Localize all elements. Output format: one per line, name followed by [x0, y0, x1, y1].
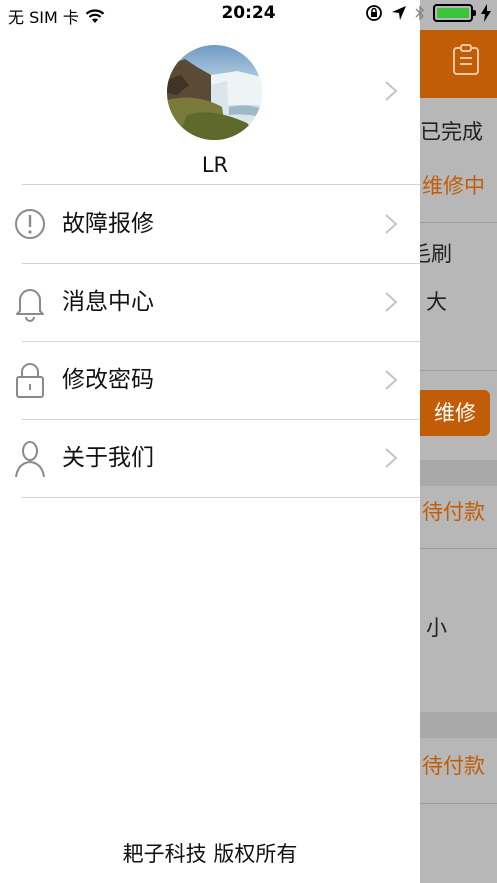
charging-icon — [481, 4, 491, 22]
menu-item-message-center[interactable]: 消息中心 — [0, 263, 420, 341]
bluetooth-icon — [415, 5, 424, 21]
divider — [22, 497, 420, 498]
chevron-right-icon — [385, 292, 398, 312]
alert-circle-icon — [15, 209, 45, 239]
battery-icon — [433, 4, 476, 22]
clipboard-icon[interactable] — [452, 44, 480, 76]
chevron-right-icon[interactable] — [384, 80, 398, 102]
menu-item-change-password[interactable]: 修改密码 — [0, 341, 420, 419]
background-page[interactable]: 已完成 维修中 毛刷 大 维修 待付款 小 待付款 — [420, 0, 497, 883]
avatar[interactable] — [167, 45, 262, 140]
background-nav-bar — [420, 30, 497, 98]
bell-icon — [16, 289, 44, 322]
bg-item-name: 毛刷 — [420, 242, 452, 266]
orientation-lock-icon — [366, 5, 382, 21]
bg-repair-button[interactable]: 维修 — [420, 390, 490, 436]
bg-tab-completed[interactable]: 已完成 — [420, 116, 483, 146]
bg-status-repairing: 维修中 — [422, 174, 485, 198]
menu-item-label: 修改密码 — [62, 367, 154, 393]
avatar-image — [167, 45, 262, 140]
menu-item-label: 消息中心 — [62, 289, 154, 315]
menu-item-label: 故障报修 — [62, 211, 154, 237]
chevron-right-icon — [385, 448, 398, 468]
location-icon — [392, 6, 406, 20]
side-drawer: LR 故障报修 消息中心 修改密码 关于我们 耙子科技 版权所有 — [0, 0, 420, 883]
menu-item-fault-repair[interactable]: 故障报修 — [0, 185, 420, 263]
bg-item-size: 大 — [426, 290, 447, 314]
bg-item-size-2: 小 — [426, 616, 447, 640]
menu-item-about-us[interactable]: 关于我们 — [0, 419, 420, 497]
chevron-right-icon — [385, 370, 398, 390]
copyright-footer: 耙子科技 版权所有 — [122, 842, 298, 866]
lock-icon — [16, 363, 44, 398]
bg-status-pending-payment-2: 待付款 — [422, 754, 485, 778]
status-bar: 无 SIM 卡 20:24 — [0, 0, 497, 30]
user-icon — [15, 441, 45, 478]
bg-status-pending-payment: 待付款 — [422, 500, 485, 524]
username-label: LR — [201, 153, 229, 177]
chevron-right-icon — [385, 214, 398, 234]
menu-item-label: 关于我们 — [62, 445, 154, 471]
